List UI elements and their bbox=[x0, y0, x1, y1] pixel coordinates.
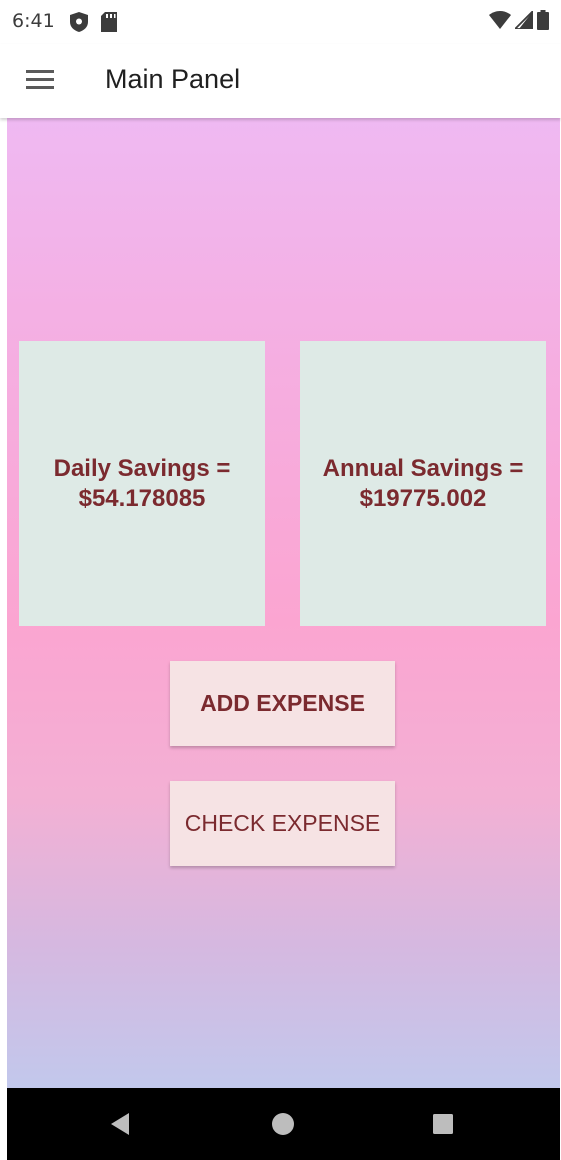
daily-savings-value: $54.178085 bbox=[78, 484, 206, 512]
shield-icon bbox=[70, 12, 88, 37]
home-icon[interactable] bbox=[269, 1110, 297, 1138]
annual-savings-card: Annual Savings = $19775.002 bbox=[300, 341, 546, 626]
annual-savings-value: $19775.002 bbox=[359, 484, 487, 512]
status-right-icons bbox=[489, 8, 549, 35]
daily-savings-card: Daily Savings = $54.178085 bbox=[19, 341, 265, 626]
page-title: Main Panel bbox=[105, 64, 241, 94]
check-expense-button[interactable]: CHECK EXPENSE bbox=[170, 781, 395, 866]
hamburger-menu-icon[interactable] bbox=[26, 67, 56, 93]
status-time: 6:41 bbox=[12, 10, 55, 32]
back-icon[interactable] bbox=[107, 1110, 135, 1138]
recents-icon[interactable] bbox=[429, 1110, 457, 1138]
annual-savings-text: Annual Savings = $19775.002 bbox=[300, 454, 546, 514]
wifi-icon bbox=[489, 10, 511, 34]
navigation-bar bbox=[7, 1088, 560, 1160]
annual-savings-label: Annual Savings = bbox=[322, 454, 524, 482]
screen: 6:41 Main Panel Daily Savings = $54.1780… bbox=[0, 0, 561, 1160]
main-content: Daily Savings = $54.178085 Annual Saving… bbox=[7, 118, 560, 1088]
battery-icon bbox=[537, 9, 549, 35]
status-bar: 6:41 bbox=[0, 0, 561, 44]
sd-card-icon bbox=[101, 12, 117, 37]
app-bar: Main Panel bbox=[0, 44, 561, 118]
add-expense-button[interactable]: ADD EXPENSE bbox=[170, 661, 395, 746]
daily-savings-label: Daily Savings = bbox=[53, 454, 231, 482]
daily-savings-text: Daily Savings = $54.178085 bbox=[19, 454, 265, 514]
signal-icon bbox=[512, 8, 534, 34]
